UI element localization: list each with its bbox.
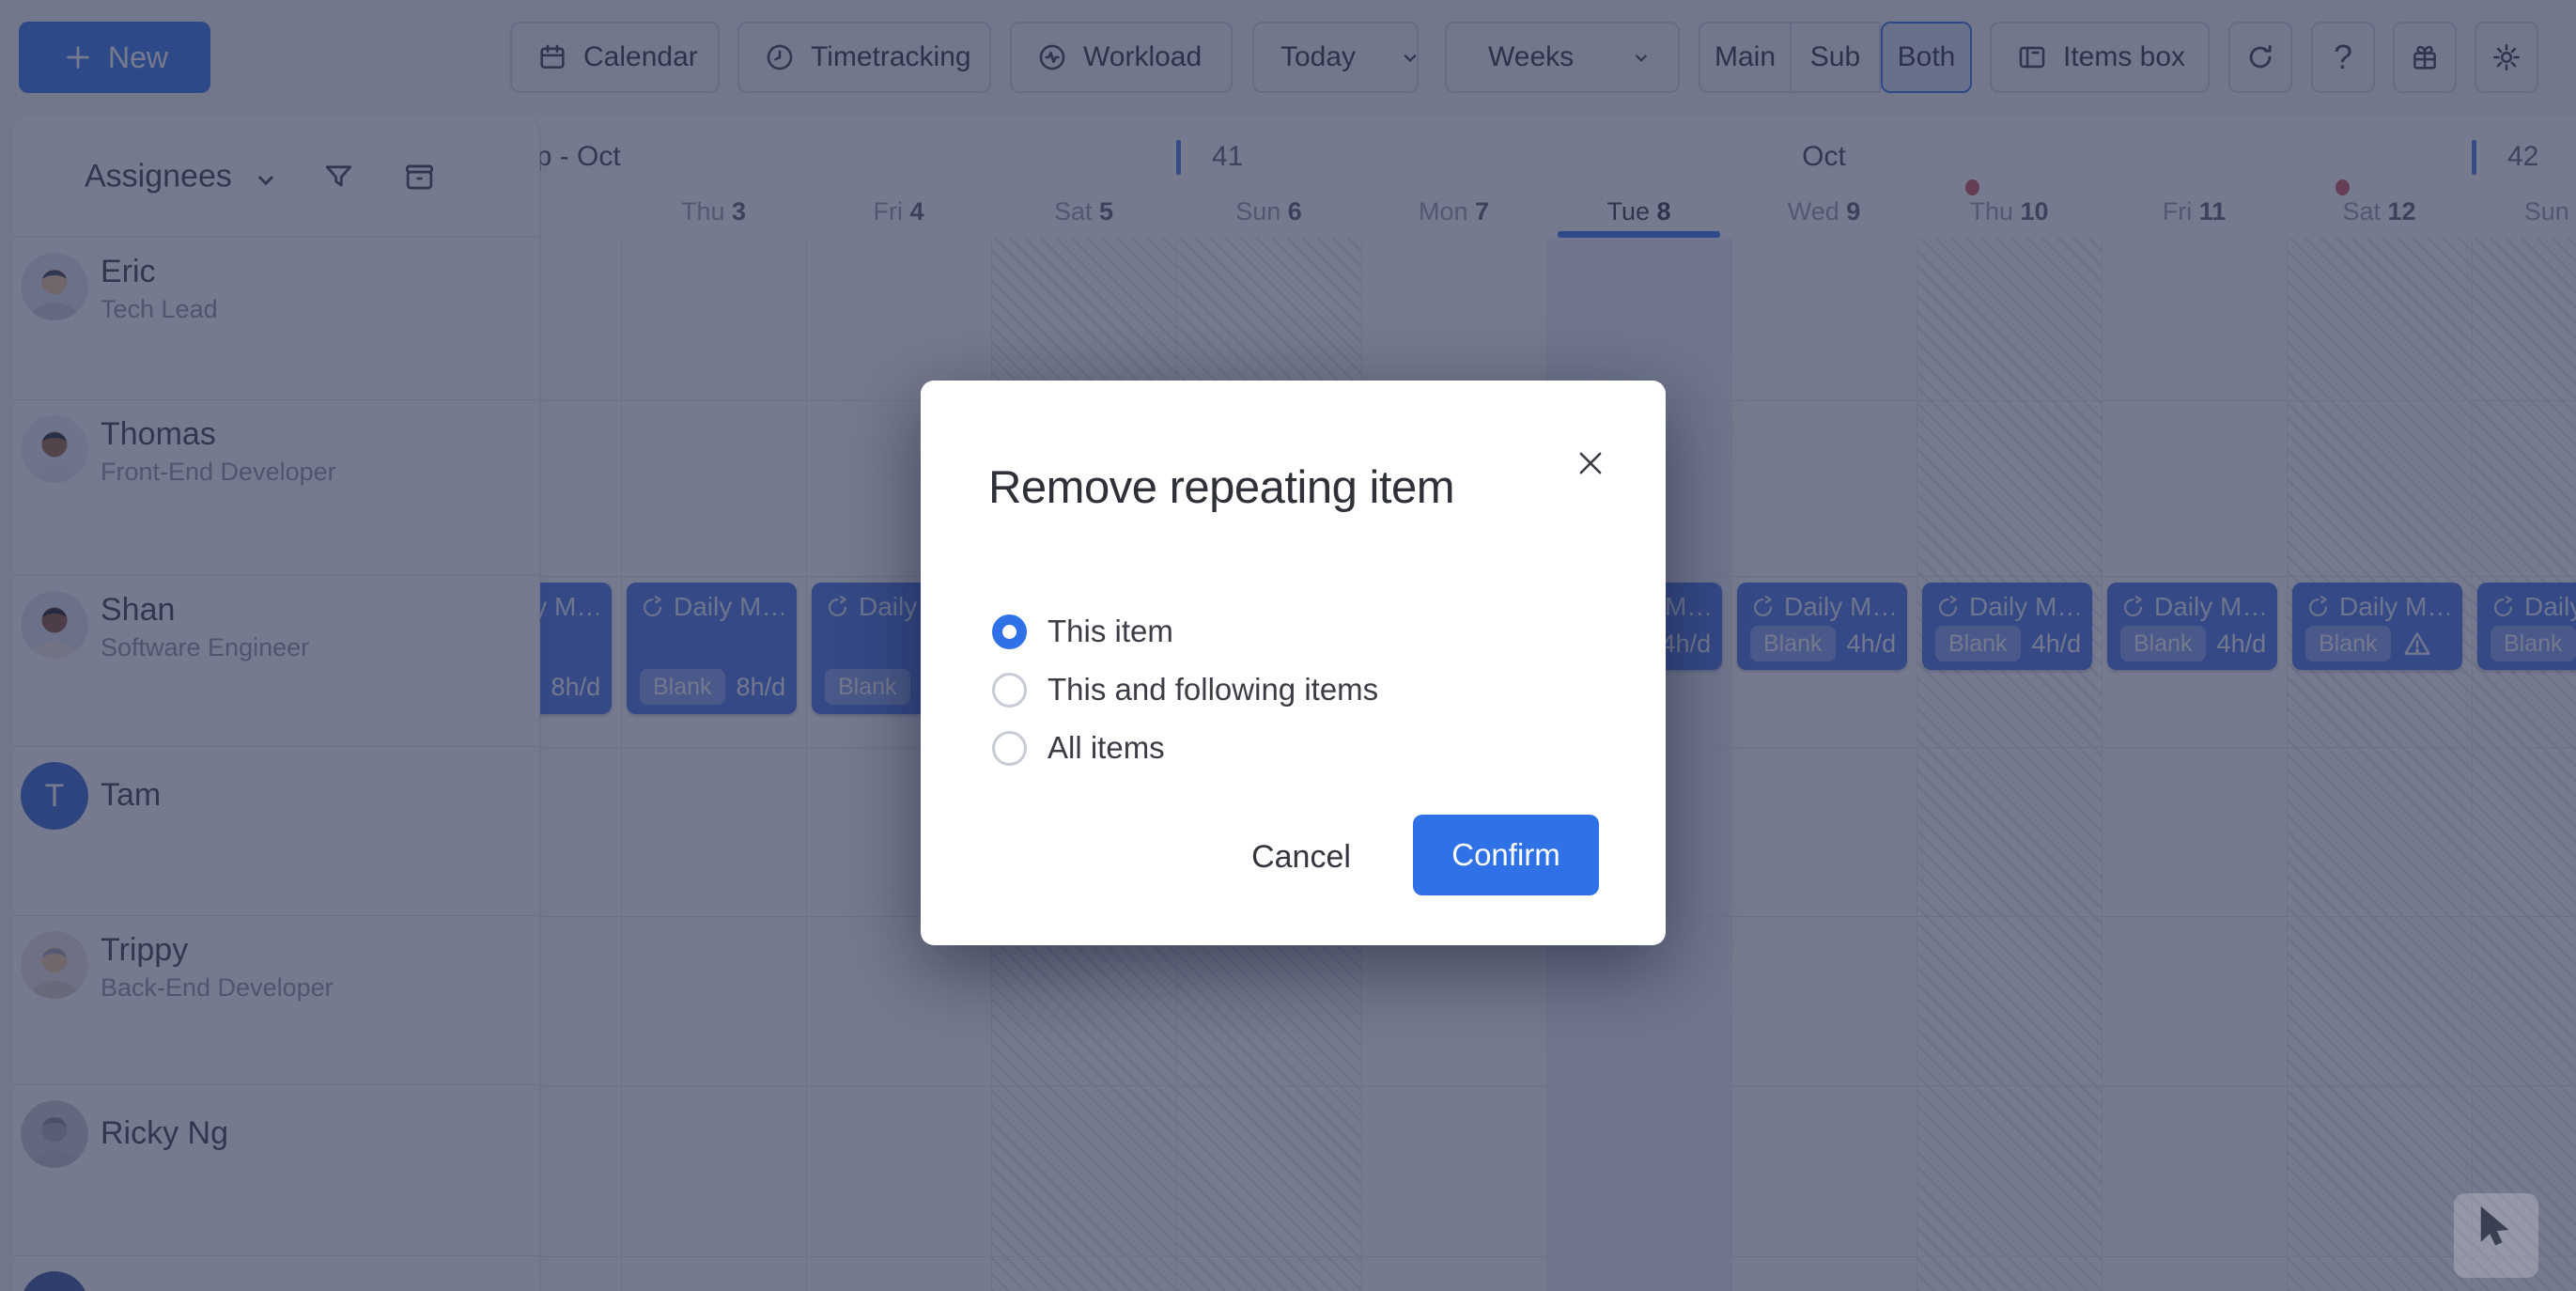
cancel-button[interactable]: Cancel — [1231, 824, 1372, 890]
radio-selected-icon[interactable] — [992, 614, 1027, 649]
cursor-arrow-icon — [2478, 1206, 2516, 1252]
radio-option[interactable]: This and following items — [992, 661, 1378, 719]
mouse-cursor-highlight — [2454, 1193, 2538, 1278]
remove-repeating-item-dialog: Remove repeating item This item This and … — [921, 381, 1666, 945]
radio-option[interactable]: All items — [992, 719, 1378, 777]
dialog-title: Remove repeating item — [988, 461, 1454, 514]
workload-planner-app: New Calendar Timetracking Workload Today — [0, 0, 2576, 1291]
confirm-button[interactable]: Confirm — [1413, 815, 1599, 895]
remove-scope-options: This item This and following items All ite… — [992, 602, 1378, 777]
radio-unselected-icon[interactable] — [992, 673, 1027, 708]
radio-option[interactable]: This item — [992, 602, 1378, 661]
close-icon[interactable] — [1570, 443, 1611, 484]
radio-option-label: This and following items — [1047, 672, 1378, 708]
radio-option-label: This item — [1047, 614, 1173, 649]
radio-option-label: All items — [1047, 730, 1165, 766]
radio-unselected-icon[interactable] — [992, 731, 1027, 766]
